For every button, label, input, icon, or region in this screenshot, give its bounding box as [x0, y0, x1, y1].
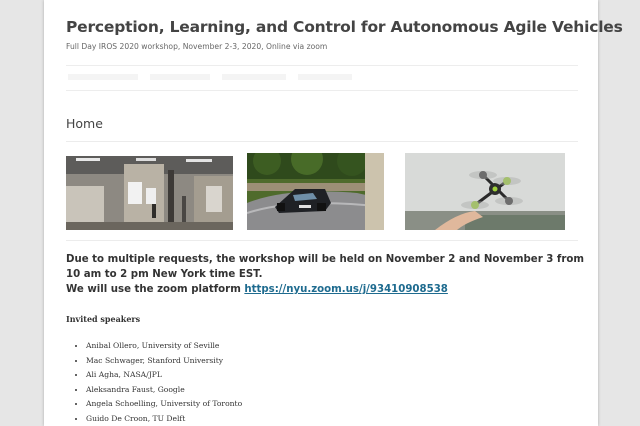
site-title[interactable]: Perception, Learning, and Control for Au… [66, 18, 623, 36]
page-title: Home [66, 116, 103, 131]
speaker-item: Anibal Ollero, University of Seville [86, 339, 242, 354]
divider [66, 240, 578, 241]
speaker-item: Guido De Croon, TU Delft [86, 412, 242, 426]
zoom-link[interactable]: https://nyu.zoom.us/j/93410908538 [244, 284, 448, 295]
indoor-drone-arena-photo [66, 156, 233, 230]
speaker-item: Ali Agha, NASA/JPL [86, 368, 242, 383]
speakers-heading: Invited speakers [66, 314, 141, 324]
nav-item[interactable] [150, 74, 210, 80]
divider [66, 141, 578, 142]
speaker-list: Anibal Ollero, University of Seville Mac… [66, 339, 242, 426]
navigation-bar [66, 65, 578, 91]
speaker-item: Mac Schwager, Stanford University [86, 354, 242, 369]
speaker-item: Angela Schoelling, University of Toronto [86, 397, 242, 412]
notice-schedule-text: Due to multiple requests, the workshop w… [66, 254, 584, 280]
notice-platform-text: We will use the zoom platform [66, 284, 241, 295]
race-car-photo [247, 153, 384, 230]
workshop-notice: Due to multiple requests, the workshop w… [66, 252, 586, 297]
nav-item[interactable] [298, 74, 352, 80]
nav-item[interactable] [222, 74, 286, 80]
nav-item[interactable] [68, 74, 138, 80]
page-container: Perception, Learning, and Control for Au… [44, 0, 623, 426]
quadcopter-drone-photo [405, 153, 565, 230]
site-description: Full Day IROS 2020 workshop, November 2-… [66, 42, 328, 51]
speaker-item: Aleksandra Faust, Google [86, 383, 242, 398]
